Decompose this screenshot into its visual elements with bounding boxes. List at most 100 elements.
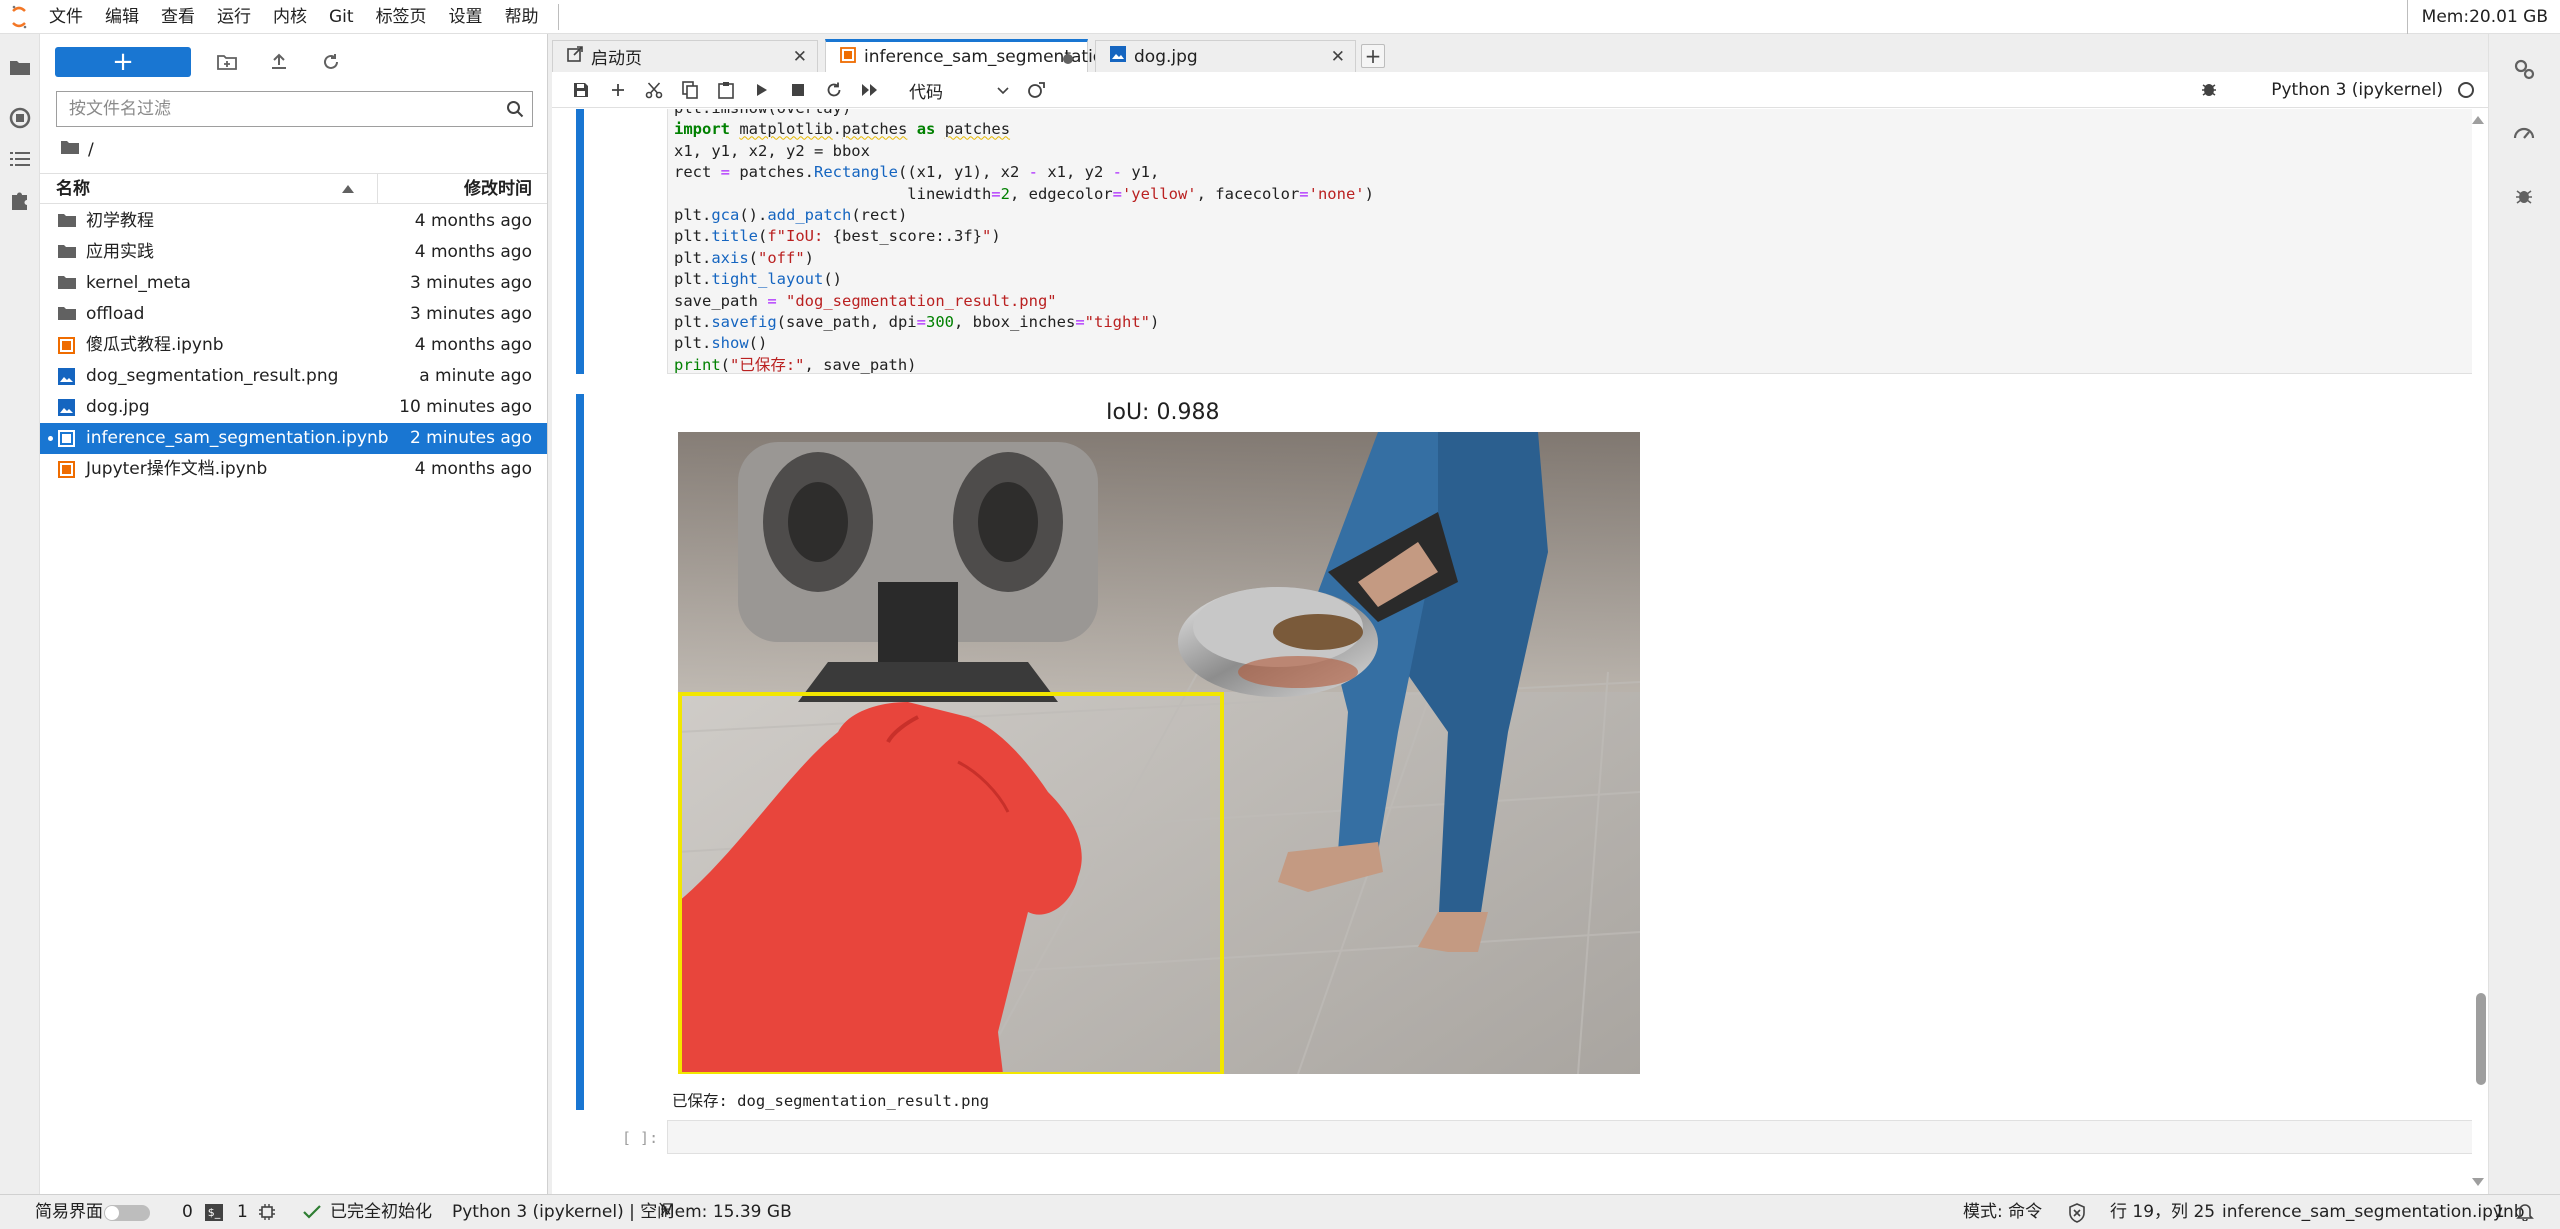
git-diff-icon[interactable] bbox=[1024, 78, 1048, 102]
scroll-down-arrow-icon[interactable] bbox=[2472, 1178, 2484, 1186]
scrollbar-thumb[interactable] bbox=[2476, 993, 2486, 1085]
code-line: import matplotlib.patches as patches bbox=[674, 120, 1011, 139]
kernel-count[interactable]: 1 bbox=[237, 1195, 248, 1229]
output-collapser[interactable] bbox=[576, 394, 584, 1110]
bell-icon[interactable] bbox=[2516, 1203, 2534, 1225]
folder-icon[interactable] bbox=[0, 47, 40, 87]
table-of-contents-icon[interactable] bbox=[0, 139, 40, 179]
simple-mode-toggle[interactable] bbox=[104, 1205, 150, 1221]
launcher-icon bbox=[567, 46, 583, 67]
extensions-icon[interactable] bbox=[0, 180, 40, 220]
menu-git[interactable]: Git bbox=[318, 0, 365, 34]
folder-icon bbox=[58, 244, 76, 261]
editor-mode[interactable]: 模式: 命令 bbox=[1963, 1195, 2042, 1229]
resource-gauge-icon[interactable] bbox=[2507, 116, 2541, 150]
code-line: save_path = "dog_segmentation_result.png… bbox=[674, 291, 1057, 310]
restart-icon[interactable] bbox=[822, 78, 846, 102]
menu-edit[interactable]: 编辑 bbox=[94, 0, 150, 34]
file-item[interactable]: dog.jpg 10 minutes ago bbox=[40, 392, 547, 423]
unsaved-indicator-icon[interactable] bbox=[1063, 54, 1073, 64]
copy-icon[interactable] bbox=[678, 78, 702, 102]
file-item[interactable]: dog_segmentation_result.png a minute ago bbox=[40, 361, 547, 392]
memory-usage: Mem: 15.39 GB bbox=[660, 1202, 792, 1222]
refresh-icon[interactable] bbox=[305, 47, 357, 77]
menu-tabs[interactable]: 标签页 bbox=[365, 0, 438, 34]
code-lines: plt.imshow(overlay)import matplotlib.pat… bbox=[674, 109, 1374, 376]
kernel-status[interactable]: Python 3 (ipykernel) | 空闲 bbox=[452, 1195, 674, 1229]
file-item[interactable]: 应用实践 4 months ago bbox=[40, 237, 547, 268]
output-text: 已保存: dog_segmentation_result.png bbox=[672, 1092, 990, 1110]
file-item[interactable]: 初学教程 4 months ago bbox=[40, 206, 547, 237]
file-item-selected[interactable]: inference_sam_segmentation.ipynb 2 minut… bbox=[40, 423, 547, 454]
status-bar: 简易界面 0 $_ 1 已完全初始化 Python 3 (ipykernel) … bbox=[0, 1194, 2560, 1229]
terminal-count[interactable]: 0 bbox=[182, 1195, 193, 1229]
trust-shield-icon[interactable] bbox=[2068, 1203, 2086, 1227]
close-icon[interactable]: ✕ bbox=[1331, 47, 1345, 67]
run-icon[interactable] bbox=[750, 78, 774, 102]
tab-image[interactable]: dog.jpg ✕ bbox=[1095, 40, 1356, 72]
file-browser-toolbar: + bbox=[55, 46, 357, 78]
file-item[interactable]: kernel_meta 3 minutes ago bbox=[40, 268, 547, 299]
scroll-up-arrow-icon[interactable] bbox=[2472, 116, 2484, 124]
cell-collapser[interactable] bbox=[576, 109, 584, 374]
debugger-bug-icon[interactable] bbox=[2200, 80, 2218, 103]
tab-launcher[interactable]: 启动页 ✕ bbox=[552, 40, 818, 72]
upload-icon[interactable] bbox=[253, 47, 305, 77]
paste-icon[interactable] bbox=[714, 78, 738, 102]
save-icon[interactable] bbox=[569, 78, 593, 102]
simple-mode-label: 简易界面 bbox=[35, 1202, 103, 1222]
column-header-name[interactable]: 名称 bbox=[56, 174, 376, 204]
empty-code-cell[interactable] bbox=[667, 1120, 2475, 1154]
chevron-down-icon bbox=[997, 80, 1009, 100]
close-icon[interactable]: ✕ bbox=[793, 47, 807, 67]
menu-help[interactable]: 帮助 bbox=[494, 0, 550, 34]
debugger-icon[interactable] bbox=[2507, 179, 2541, 213]
menu-kernel[interactable]: 内核 bbox=[262, 0, 318, 34]
image-file-icon bbox=[58, 399, 76, 416]
new-launcher-button[interactable]: + bbox=[55, 47, 191, 77]
cursor-position[interactable]: 行 19，列 25 bbox=[2110, 1195, 2215, 1229]
file-item[interactable]: offload 3 minutes ago bbox=[40, 299, 547, 330]
notification-count[interactable]: 1 bbox=[2494, 1195, 2505, 1229]
segmentation-output-image bbox=[678, 432, 1640, 1074]
menu-run[interactable]: 运行 bbox=[206, 0, 262, 34]
file-filter-input[interactable] bbox=[57, 92, 487, 126]
code-line: linewidth=2, edgecolor='yellow', facecol… bbox=[674, 184, 1374, 203]
property-inspector-icon[interactable] bbox=[2507, 52, 2541, 86]
add-cell-icon[interactable] bbox=[606, 78, 630, 102]
folder-icon bbox=[58, 275, 76, 292]
status-filename: inference_sam_segmentation.ipynb bbox=[2222, 1202, 2525, 1222]
running-sessions-icon[interactable] bbox=[0, 98, 40, 138]
stop-icon[interactable] bbox=[786, 78, 810, 102]
notebook-toolbar: 代码 Python 3 (ipykernel) bbox=[552, 72, 2488, 108]
running-indicator-icon bbox=[48, 436, 53, 441]
code-line: plt.imshow(overlay) bbox=[674, 109, 1374, 119]
column-divider[interactable] bbox=[377, 174, 378, 204]
cell-type-select[interactable]: 代码 bbox=[909, 78, 1009, 103]
code-line: print("已保存:", save_path) bbox=[674, 355, 917, 374]
menu-file[interactable]: 文件 bbox=[38, 0, 94, 34]
fast-forward-icon[interactable] bbox=[858, 78, 882, 102]
tab-notebook[interactable]: inference_sam_segmentation bbox=[825, 39, 1114, 72]
memory-indicator: Mem:20.01 GB bbox=[2406, 0, 2560, 34]
file-list-header: 名称 修改时间 bbox=[40, 173, 547, 204]
menu-view[interactable]: 查看 bbox=[150, 0, 206, 34]
folder-icon bbox=[58, 306, 76, 323]
code-cell-editor[interactable]: plt.imshow(overlay)import matplotlib.pat… bbox=[667, 109, 2475, 374]
file-list: 初学教程 4 months ago 应用实践 4 months ago kern… bbox=[40, 206, 547, 485]
column-header-modified[interactable]: 修改时间 bbox=[464, 174, 532, 204]
menu-settings[interactable]: 设置 bbox=[438, 0, 494, 34]
file-item[interactable]: 傻瓜式教程.ipynb 4 months ago bbox=[40, 330, 547, 361]
breadcrumb-root[interactable]: / bbox=[88, 140, 94, 160]
terminal-icon[interactable]: $_ bbox=[205, 1204, 223, 1221]
notebook-icon bbox=[58, 461, 76, 478]
left-activity-bar bbox=[0, 34, 40, 1194]
kernel-chip-icon[interactable] bbox=[258, 1203, 276, 1225]
home-folder-icon[interactable] bbox=[60, 140, 80, 160]
file-item[interactable]: Jupyter操作文档.ipynb 4 months ago bbox=[40, 454, 547, 485]
kernel-name[interactable]: Python 3 (ipykernel) bbox=[2271, 72, 2443, 108]
new-tab-button[interactable]: + bbox=[1361, 44, 1385, 68]
cut-icon[interactable] bbox=[642, 78, 666, 102]
code-line: rect = patches.Rectangle((x1, y1), x2 - … bbox=[674, 163, 1160, 182]
new-folder-icon[interactable] bbox=[201, 47, 253, 77]
